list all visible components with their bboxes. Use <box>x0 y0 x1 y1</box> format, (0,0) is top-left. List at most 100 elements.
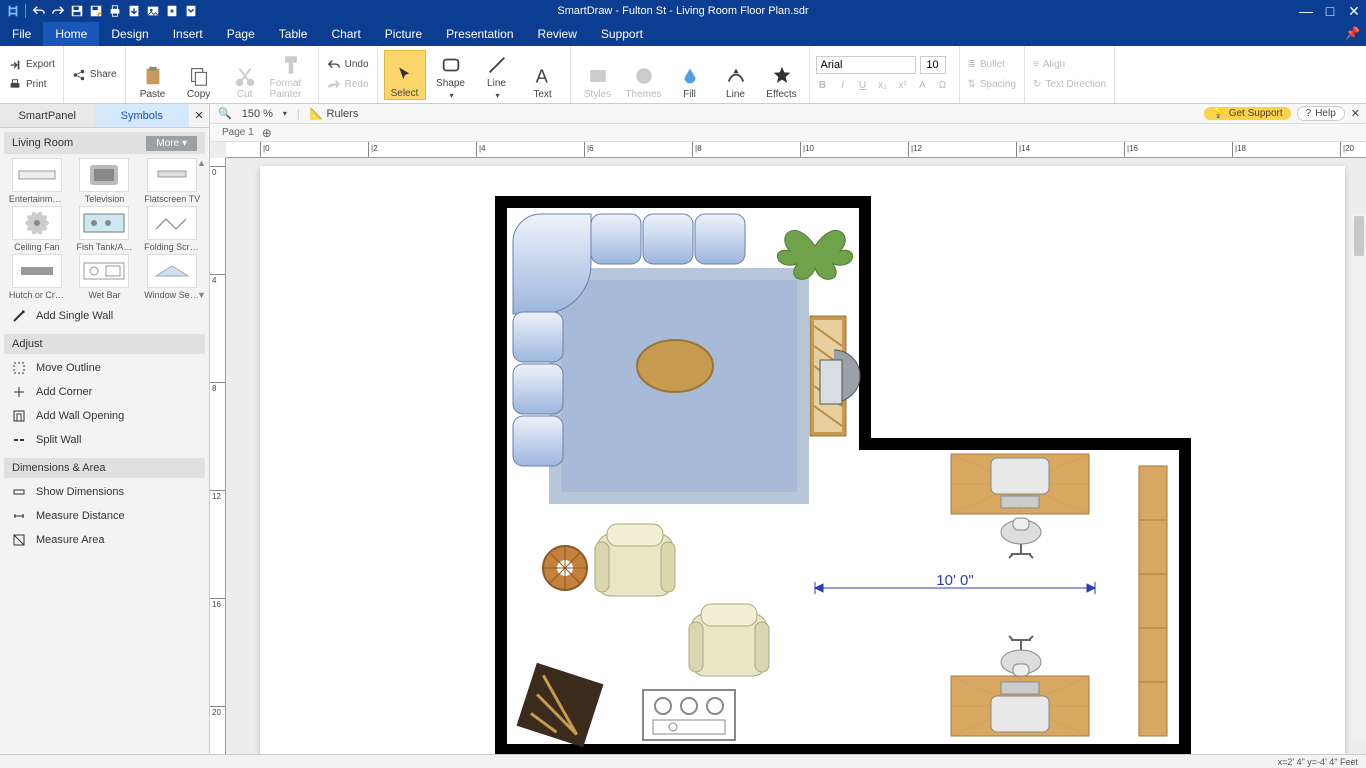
menu-support[interactable]: Support <box>589 22 655 46</box>
ruler-vertical: 04812162024 <box>210 158 226 754</box>
floor-plan: 10' 0" <box>495 196 1195 754</box>
text-tool-button[interactable]: AText <box>522 50 564 100</box>
format-painter-button[interactable]: Format Painter <box>270 50 312 100</box>
tab-smartpanel[interactable]: SmartPanel <box>0 104 95 127</box>
symbol-entertainment[interactable]: Entertainment... <box>4 158 70 204</box>
symbol-scroll-up-icon[interactable]: ▲ <box>197 158 207 168</box>
zoom-icon[interactable]: 🔍 <box>218 107 232 120</box>
menu-chart[interactable]: Chart <box>319 22 372 46</box>
menu-presentation[interactable]: Presentation <box>434 22 525 46</box>
menu-picture[interactable]: Picture <box>373 22 434 46</box>
move-outline-button[interactable]: Move Outline <box>0 356 209 380</box>
get-support-button[interactable]: 💡 Get Support <box>1204 107 1290 120</box>
minimize-button[interactable]: — <box>1294 0 1318 22</box>
font-color-button[interactable]: A <box>916 80 930 91</box>
close-button[interactable]: ✕ <box>1342 0 1366 22</box>
symbol-flatscreen[interactable]: Flatscreen TV <box>139 158 205 204</box>
text-direction-button[interactable]: ↻Text Direction <box>1031 77 1108 93</box>
symbol-scroll-down-icon[interactable]: ▼ <box>197 290 207 300</box>
main-area: SmartPanel Symbols ✕ Living Room More ▾ … <box>0 104 1366 754</box>
symbol-fishtank[interactable]: Fish Tank/Aqu... <box>72 206 138 252</box>
add-wall-opening-button[interactable]: Add Wall Opening <box>0 404 209 428</box>
canvas-close-icon[interactable]: ✕ <box>1351 107 1360 120</box>
save-icon[interactable] <box>68 3 85 20</box>
menu-insert[interactable]: Insert <box>161 22 215 46</box>
copy-button[interactable]: Copy <box>178 50 220 100</box>
print-icon[interactable] <box>106 3 123 20</box>
symbol-hutch[interactable]: Hutch or Cred... <box>4 254 70 300</box>
app-icon[interactable] <box>4 3 21 20</box>
page-tab[interactable]: Page 1 <box>222 127 254 138</box>
ribbon-pin-icon[interactable]: 📌 <box>1345 26 1360 40</box>
symbol-television[interactable]: Television <box>72 158 138 204</box>
effects-button[interactable]: Effects <box>761 50 803 100</box>
redo-button[interactable]: Redo <box>325 77 371 93</box>
export-pdf-icon[interactable] <box>125 3 142 20</box>
rulers-toggle[interactable]: 📐 Rulers <box>310 107 359 120</box>
tab-symbols[interactable]: Symbols <box>95 104 190 127</box>
symbol-category-label[interactable]: Living Room <box>12 137 73 149</box>
section-adjust-header: Adjust <box>4 334 205 354</box>
export-other2-icon[interactable] <box>182 3 199 20</box>
subscript-button[interactable]: x₂ <box>876 80 890 91</box>
vertical-scrollbar[interactable] <box>1352 214 1366 740</box>
align-button[interactable]: ≡Align <box>1031 57 1108 73</box>
superscript-button[interactable]: x² <box>896 80 910 91</box>
redo-icon[interactable] <box>49 3 66 20</box>
bullet-button[interactable]: ≣Bullet <box>966 57 1019 73</box>
measure-distance-button[interactable]: Measure Distance <box>0 504 209 528</box>
maximize-button[interactable]: □ <box>1318 0 1342 22</box>
add-page-icon[interactable]: ⊕ <box>262 126 272 140</box>
menu-design[interactable]: Design <box>99 22 160 46</box>
help-button[interactable]: ? Help <box>1297 106 1345 121</box>
canvas-viewport[interactable]: 10' 0" <box>226 158 1366 754</box>
cursor-coordinates: x=2' 4" y=-4' 4" Feet <box>1278 757 1358 767</box>
save-as-icon[interactable] <box>87 3 104 20</box>
themes-button[interactable]: Themes <box>623 50 665 100</box>
show-dimensions-button[interactable]: Show Dimensions <box>0 480 209 504</box>
export-button[interactable]: Export <box>6 57 57 73</box>
line-style-button[interactable]: Line <box>715 50 757 100</box>
bold-button[interactable]: B <box>816 80 830 91</box>
italic-button[interactable]: I <box>836 80 850 91</box>
cut-button[interactable]: Cut <box>224 50 266 100</box>
export-other-icon[interactable] <box>163 3 180 20</box>
paste-button[interactable]: Paste <box>132 50 174 100</box>
menu-home[interactable]: Home <box>43 22 99 46</box>
menu-file[interactable]: File <box>0 22 43 46</box>
styles-button[interactable]: Styles <box>577 50 619 100</box>
menu-review[interactable]: Review <box>526 22 589 46</box>
add-single-wall-button[interactable]: Add Single Wall <box>0 304 209 328</box>
font-size-input[interactable] <box>920 56 946 74</box>
insert-symbol-button[interactable]: Ω <box>936 80 950 91</box>
window-controls: — □ ✕ <box>1294 0 1366 22</box>
menu-table[interactable]: Table <box>267 22 320 46</box>
undo-button[interactable]: Undo <box>325 57 371 73</box>
panel-close-icon[interactable]: ✕ <box>189 104 209 127</box>
symbol-more-button[interactable]: More ▾ <box>146 136 197 151</box>
measure-area-button[interactable]: Measure Area <box>0 528 209 552</box>
split-wall-button[interactable]: Split Wall <box>0 428 209 452</box>
select-tool-button[interactable]: Select <box>384 50 426 100</box>
fill-button[interactable]: Fill <box>669 50 711 100</box>
undo-icon[interactable] <box>30 3 47 20</box>
symbol-windowseat[interactable]: Window Seat... <box>139 254 205 300</box>
zoom-level[interactable]: 150 % <box>242 108 273 120</box>
share-button[interactable]: Share <box>70 67 119 83</box>
spacing-button[interactable]: ⇅Spacing <box>966 77 1019 93</box>
underline-button[interactable]: U <box>856 80 870 91</box>
line-tool-button[interactable]: Line▾ <box>476 50 518 100</box>
page-bar: Page 1 ⊕ <box>210 124 1366 142</box>
print-button[interactable]: Print <box>6 77 57 93</box>
text-format-row: B I U x₂ x² A Ω <box>816 78 953 94</box>
symbol-foldingscreen[interactable]: Folding Screen <box>139 206 205 252</box>
font-name-input[interactable] <box>816 56 916 74</box>
menu-page[interactable]: Page <box>215 22 267 46</box>
add-corner-button[interactable]: Add Corner <box>0 380 209 404</box>
symbol-wetbar[interactable]: Wet Bar <box>72 254 138 300</box>
shape-tool-button[interactable]: Shape▾ <box>430 50 472 100</box>
left-panel: SmartPanel Symbols ✕ Living Room More ▾ … <box>0 104 210 754</box>
symbol-ceilingfan[interactable]: Ceiling Fan <box>4 206 70 252</box>
drawing-page[interactable]: 10' 0" <box>260 166 1345 754</box>
export-image-icon[interactable] <box>144 3 161 20</box>
